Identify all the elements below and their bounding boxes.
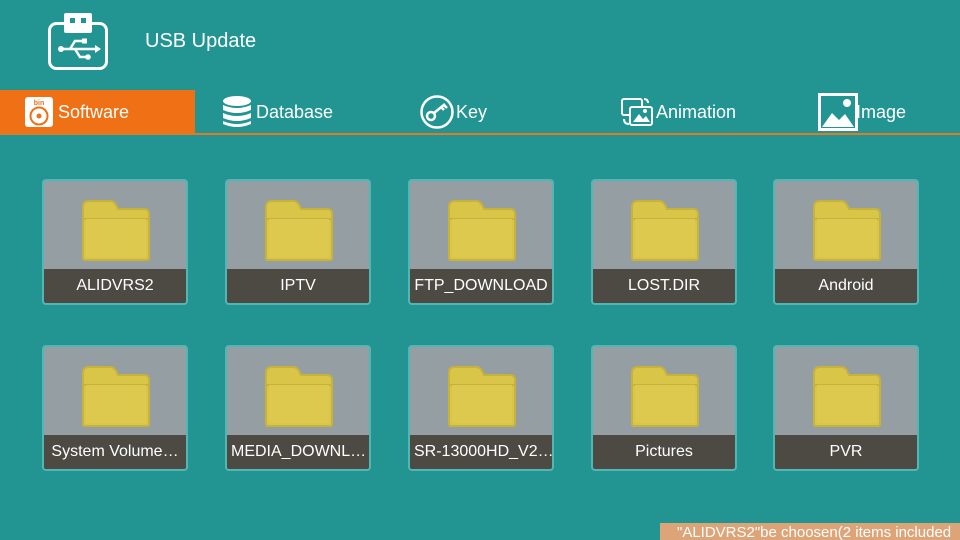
folder-tile[interactable]: System Volume…: [42, 345, 188, 471]
folder-name: LOST.DIR: [593, 269, 735, 303]
folder-tile[interactable]: PVR: [773, 345, 919, 471]
usb-icon: [48, 12, 108, 70]
folder-icon: [631, 200, 699, 261]
folder-tile[interactable]: ALIDVRS2: [42, 179, 188, 305]
folder-icon: [82, 366, 150, 427]
tab-bar: bin Software Database Key Animation Imag…: [0, 90, 960, 134]
folder-tile[interactable]: MEDIA_DOWNL…: [225, 345, 371, 471]
tab-label: Image: [856, 101, 907, 122]
folder-tile[interactable]: SR-13000HD_V2…: [408, 345, 554, 471]
folder-icon: [448, 366, 516, 427]
folder-icon: [265, 366, 333, 427]
key-icon: [420, 95, 454, 129]
folder-icon: [448, 200, 516, 261]
folder-icon: [813, 366, 881, 427]
status-message: "ALIDVRS2"be choosen(2 items included: [677, 524, 952, 540]
folder-icon: [82, 200, 150, 261]
folder-icon: [631, 366, 699, 427]
tab-key[interactable]: Key: [420, 90, 487, 134]
folder-name: System Volume…: [44, 435, 186, 469]
tab-label: Key: [456, 101, 488, 122]
folder-name: PVR: [775, 435, 917, 469]
folder-tile[interactable]: IPTV: [225, 179, 371, 305]
folder-name: SR-13000HD_V2…: [410, 435, 552, 469]
status-bar: "ALIDVRS2"be choosen(2 items included: [660, 523, 960, 540]
folder-tile[interactable]: Android: [773, 179, 919, 305]
folder-name: MEDIA_DOWNL…: [227, 435, 369, 469]
folder-name: FTP_DOWNLOAD: [410, 269, 552, 303]
folder-name: Android: [775, 269, 917, 303]
bin-disc-icon: bin: [22, 95, 56, 129]
folder-tile[interactable]: FTP_DOWNLOAD: [408, 179, 554, 305]
tab-label: Animation: [656, 101, 737, 122]
svg-text:bin: bin: [34, 100, 45, 107]
folder-tile[interactable]: Pictures: [591, 345, 737, 471]
tab-software[interactable]: bin Software: [0, 90, 195, 134]
folder-tile[interactable]: LOST.DIR: [591, 179, 737, 305]
tab-image[interactable]: Image: [818, 90, 906, 134]
database-icon: [220, 95, 254, 129]
tab-divider: [0, 133, 960, 135]
tab-animation[interactable]: Animation: [620, 90, 736, 134]
tab-database[interactable]: Database: [220, 90, 333, 134]
folder-icon: [265, 200, 333, 261]
folder-icon: [813, 200, 881, 261]
tab-label: Database: [256, 101, 334, 122]
app-title: USB Update: [145, 30, 257, 52]
tab-label: Software: [58, 101, 130, 122]
animation-icon: [620, 95, 654, 129]
folder-name: IPTV: [227, 269, 369, 303]
image-icon: [818, 93, 858, 131]
header: USB Update: [0, 0, 960, 88]
folder-name: ALIDVRS2: [44, 269, 186, 303]
folder-name: Pictures: [593, 435, 735, 469]
